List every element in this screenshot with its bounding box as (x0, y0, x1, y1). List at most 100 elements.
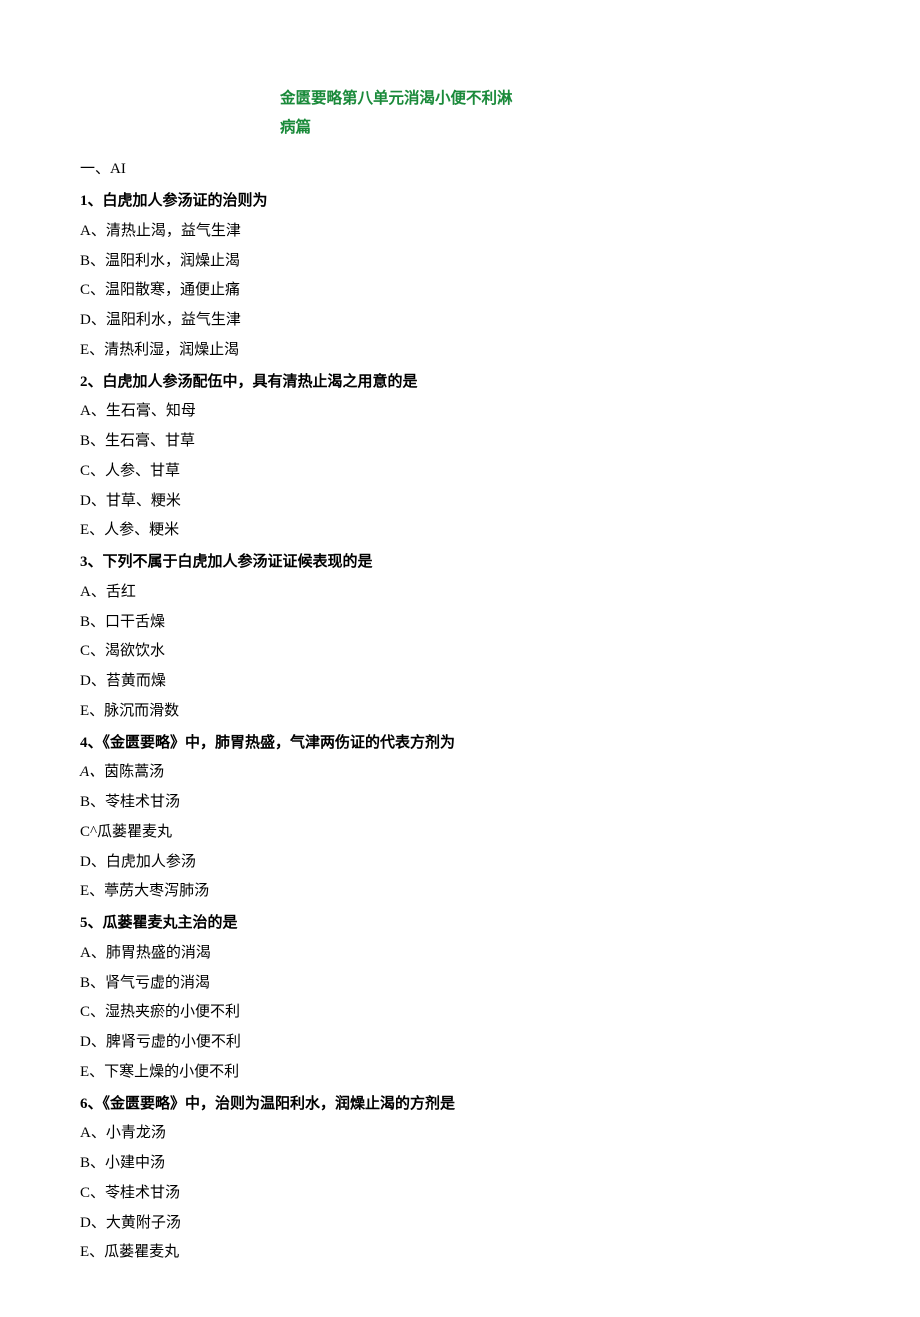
question: 5、瓜蒌瞿麦丸主治的是A、肺胃热盛的消渴B、肾气亏虚的消渴C、湿热夹瘀的小便不利… (80, 910, 840, 1087)
option-marker: D、 (80, 312, 106, 328)
question-stem: 6、《金匮要略》中，治则为温阳利水，润燥止渴的方剂是 (80, 1091, 840, 1119)
option-text: 茵陈蒿汤 (104, 764, 164, 780)
option-text: 生石膏、甘草 (105, 433, 195, 449)
option-text: 葶苈大枣泻肺汤 (104, 883, 209, 899)
question-option: B、肾气亏虚的消渴 (80, 970, 840, 998)
option-marker: C、 (80, 1004, 105, 1020)
option-marker: E、 (80, 703, 104, 719)
option-marker: E、 (80, 522, 104, 538)
option-text: 瓜蒌瞿麦丸 (104, 1244, 179, 1260)
question-option: B、生石膏、甘草 (80, 428, 840, 456)
question-option: B、温阳利水，润燥止渴 (80, 248, 840, 276)
option-marker: D、 (80, 854, 106, 870)
option-text: 肾气亏虚的消渴 (105, 975, 210, 991)
question-option: C、人参、甘草 (80, 458, 840, 486)
option-marker: A、 (80, 223, 106, 239)
option-text: 苔黄而燥 (106, 673, 166, 689)
option-text: 白虎加人参汤 (106, 854, 196, 870)
question-option: B、小建中汤 (80, 1150, 840, 1178)
question-option: C^瓜蒌瞿麦丸 (80, 819, 840, 847)
option-text: 瓜蒌瞿麦丸 (97, 824, 172, 840)
question-stem: 4、《金匮要略》中，肺胃热盛，气津两伤证的代表方剂为 (80, 730, 840, 758)
option-text: 脉沉而滑数 (104, 703, 179, 719)
question-option: E、下寒上燥的小便不利 (80, 1059, 840, 1087)
option-text: 小青龙汤 (106, 1125, 166, 1141)
option-marker: E、 (80, 883, 104, 899)
option-marker: B、 (80, 1155, 105, 1171)
question-option: D、苔黄而燥 (80, 668, 840, 696)
question-option: D、脾肾亏虚的小便不利 (80, 1029, 840, 1057)
option-text: 口干舌燥 (105, 614, 165, 630)
questions-container: 1、白虎加人参汤证的治则为A、清热止渴，益气生津B、温阳利水，润燥止渴C、温阳散… (80, 188, 840, 1267)
option-text: 温阳散寒，通便止痛 (105, 282, 240, 298)
question-option: A、生石膏、知母 (80, 398, 840, 426)
option-marker: C、 (80, 643, 105, 659)
question-option: A、肺胃热盛的消渴 (80, 940, 840, 968)
question-stem: 1、白虎加人参汤证的治则为 (80, 188, 840, 216)
option-text: 甘草、粳米 (106, 493, 181, 509)
question-stem: 3、下列不属于白虎加人参汤证证候表现的是 (80, 549, 840, 577)
option-text: 舌红 (106, 584, 136, 600)
question-option: D、温阳利水，益气生津 (80, 307, 840, 335)
question: 6、《金匮要略》中，治则为温阳利水，润燥止渴的方剂是A、小青龙汤B、小建中汤C、… (80, 1091, 840, 1268)
question-stem: 5、瓜蒌瞿麦丸主治的是 (80, 910, 840, 938)
question-option: C、苓桂术甘汤 (80, 1180, 840, 1208)
option-text: 下寒上燥的小便不利 (104, 1064, 239, 1080)
document-page: 金匮要略第八单元消渴小便不利淋 病篇 一、AI 1、白虎加人参汤证的治则为A、清… (0, 0, 920, 1317)
option-text: 苓桂术甘汤 (105, 794, 180, 810)
option-marker: B、 (80, 253, 105, 269)
question-option: D、白虎加人参汤 (80, 849, 840, 877)
option-text: 人参、粳米 (104, 522, 179, 538)
question: 1、白虎加人参汤证的治则为A、清热止渴，益气生津B、温阳利水，润燥止渴C、温阳散… (80, 188, 840, 365)
question: 2、白虎加人参汤配伍中，具有清热止渴之用意的是A、生石膏、知母B、生石膏、甘草C… (80, 369, 840, 546)
option-text: 苓桂术甘汤 (105, 1185, 180, 1201)
option-marker: C^ (80, 824, 97, 840)
option-text: 脾肾亏虚的小便不利 (106, 1034, 241, 1050)
option-text: 温阳利水，润燥止渴 (105, 253, 240, 269)
question: 3、下列不属于白虎加人参汤证证候表现的是A、舌红B、口干舌燥C、渴欲饮水D、苔黄… (80, 549, 840, 726)
question-option: C、渴欲饮水 (80, 638, 840, 666)
title-line-2: 病篇 (280, 114, 840, 143)
question-stem: 2、白虎加人参汤配伍中，具有清热止渴之用意的是 (80, 369, 840, 397)
option-text: 小建中汤 (105, 1155, 165, 1171)
question-option: E、清热利湿，润燥止渴 (80, 337, 840, 365)
option-marker: A、 (80, 1125, 106, 1141)
question-option: C、温阳散寒，通便止痛 (80, 277, 840, 305)
option-marker: D、 (80, 673, 106, 689)
option-text: 人参、甘草 (105, 463, 180, 479)
option-marker: E、 (80, 1064, 104, 1080)
option-text: 湿热夹瘀的小便不利 (105, 1004, 240, 1020)
option-marker: C、 (80, 1185, 105, 1201)
option-text: 温阳利水，益气生津 (106, 312, 241, 328)
question-option: E、脉沉而滑数 (80, 698, 840, 726)
option-text: 清热利湿，润燥止渴 (104, 342, 239, 358)
option-marker: A、 (80, 764, 104, 780)
question-option: E、葶苈大枣泻肺汤 (80, 878, 840, 906)
option-text: 肺胃热盛的消渴 (106, 945, 211, 961)
option-text: 大黄附子汤 (106, 1215, 181, 1231)
title-line-1: 金匮要略第八单元消渴小便不利淋 (280, 85, 840, 114)
question-option: E、瓜蒌瞿麦丸 (80, 1239, 840, 1267)
option-marker: A、 (80, 403, 106, 419)
option-marker: D、 (80, 493, 106, 509)
option-text: 渴欲饮水 (105, 643, 165, 659)
option-marker: E、 (80, 1244, 104, 1260)
option-marker: D、 (80, 1034, 106, 1050)
option-marker: C、 (80, 282, 105, 298)
option-text: 清热止渴，益气生津 (106, 223, 241, 239)
option-marker: D、 (80, 1215, 106, 1231)
question-option: A、舌红 (80, 579, 840, 607)
section-label: 一、AI (80, 156, 840, 184)
question-option: C、湿热夹瘀的小便不利 (80, 999, 840, 1027)
option-marker: A、 (80, 584, 106, 600)
option-marker: B、 (80, 433, 105, 449)
question-option: D、甘草、粳米 (80, 488, 840, 516)
question: 4、《金匮要略》中，肺胃热盛，气津两伤证的代表方剂为A、茵陈蒿汤B、苓桂术甘汤C… (80, 730, 840, 907)
question-option: B、苓桂术甘汤 (80, 789, 840, 817)
question-option: B、口干舌燥 (80, 609, 840, 637)
option-text: 生石膏、知母 (106, 403, 196, 419)
question-option: E、人参、粳米 (80, 517, 840, 545)
option-marker: B、 (80, 614, 105, 630)
option-marker: B、 (80, 794, 105, 810)
option-marker: A、 (80, 945, 106, 961)
